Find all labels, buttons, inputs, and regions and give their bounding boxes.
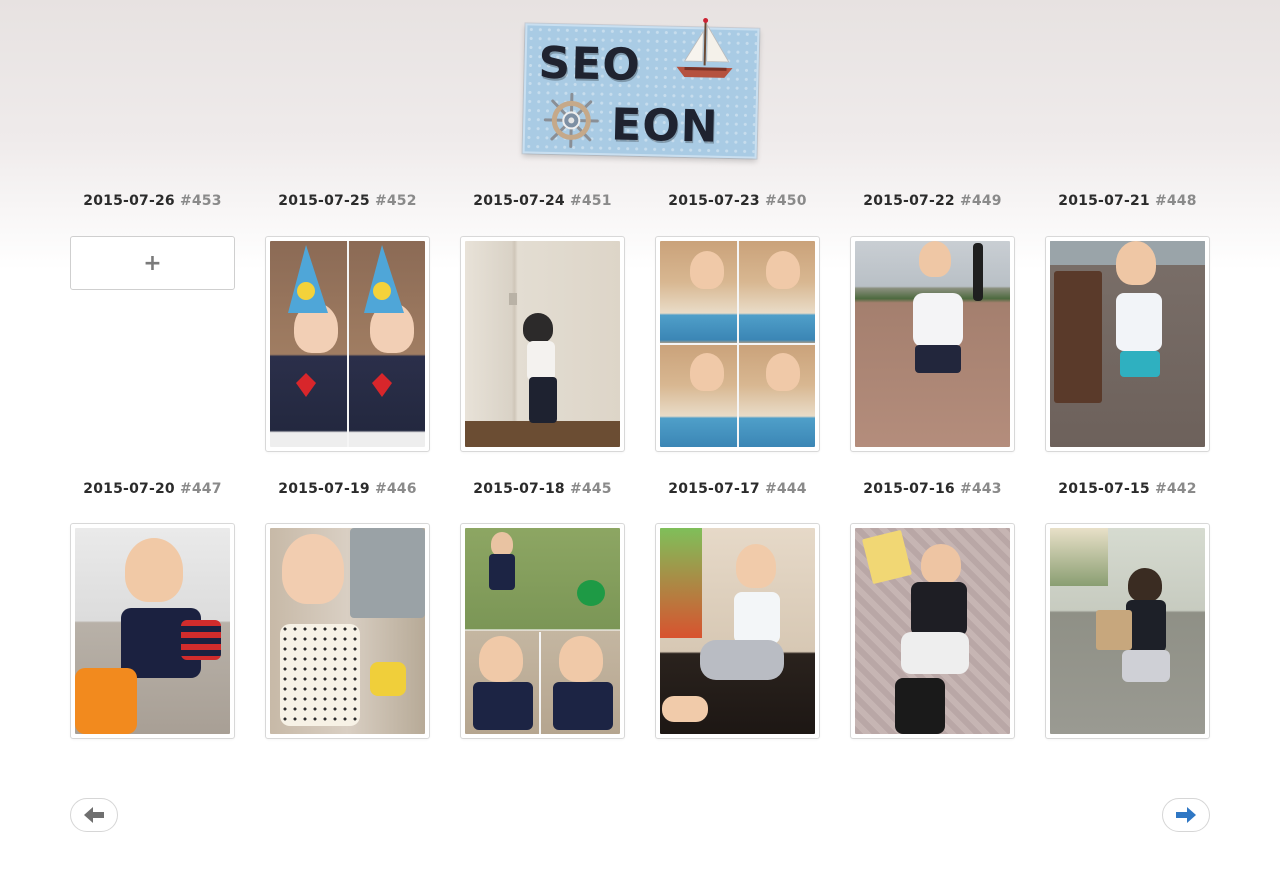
logo-text-line2: EON [610, 99, 720, 153]
photo-sleeping [855, 528, 1010, 734]
photo-collage-grass [465, 528, 620, 734]
plus-icon: + [143, 250, 162, 276]
entry-label: 2015-07-24 #451 [460, 193, 625, 209]
add-entry-button[interactable]: + [70, 236, 235, 290]
site-logo[interactable]: SEO EON [522, 17, 760, 159]
arrow-right-icon [1176, 807, 1196, 823]
entry-date: 2015-07-16 [863, 481, 955, 497]
entry-date: 2015-07-17 [668, 481, 760, 497]
photo-thumbnail[interactable] [265, 523, 430, 739]
entry-label: 2015-07-26 #453 [70, 193, 235, 209]
photo-thumbnail[interactable] [1045, 236, 1210, 452]
entry-date: 2015-07-15 [1058, 481, 1150, 497]
next-page-button[interactable] [1162, 798, 1210, 832]
entry-label: 2015-07-20 #447 [70, 481, 235, 497]
photo-bench [1050, 241, 1205, 447]
entry-date: 2015-07-24 [473, 193, 565, 209]
arrow-left-icon [84, 807, 104, 823]
photo-eating [75, 528, 230, 734]
entry-label: 2015-07-23 #450 [655, 193, 820, 209]
entry-date: 2015-07-21 [1058, 193, 1150, 209]
photo-birthday-hat [270, 241, 425, 447]
ship-wheel-icon [543, 92, 599, 148]
photo-thumbnail[interactable] [1045, 523, 1210, 739]
photo-thumbnail[interactable] [850, 523, 1015, 739]
entry-number: #451 [569, 193, 612, 209]
entry-number: #444 [764, 481, 807, 497]
entry-number: #449 [959, 193, 1002, 209]
entry-label: 2015-07-25 #452 [265, 193, 430, 209]
photo-riverside [855, 241, 1010, 447]
entry-date: 2015-07-25 [278, 193, 370, 209]
entry-date: 2015-07-19 [278, 481, 370, 497]
entry-label: 2015-07-22 #449 [850, 193, 1015, 209]
entry-date: 2015-07-22 [863, 193, 955, 209]
photo-thumbnail[interactable] [850, 236, 1015, 452]
photo-thumbnail[interactable] [655, 236, 820, 452]
photo-thumbnail[interactable] [70, 523, 235, 739]
entry-number: #442 [1154, 481, 1197, 497]
entry-number: #453 [179, 193, 222, 209]
entry-number: #443 [959, 481, 1002, 497]
entry-number: #446 [374, 481, 417, 497]
entry-label: 2015-07-18 #445 [460, 481, 625, 497]
entry-date: 2015-07-26 [83, 193, 175, 209]
entry-number: #448 [1154, 193, 1197, 209]
entry-label: 2015-07-15 #442 [1045, 481, 1210, 497]
photo-snack [270, 528, 425, 734]
photo-sitting [660, 528, 815, 734]
previous-page-button[interactable] [70, 798, 118, 832]
photo-thumbnail[interactable] [655, 523, 820, 739]
photo-walking [1050, 528, 1205, 734]
photo-collage-four [660, 241, 815, 447]
entry-label: 2015-07-21 #448 [1045, 193, 1210, 209]
entry-number: #450 [764, 193, 807, 209]
entry-label: 2015-07-19 #446 [265, 481, 430, 497]
photo-elevator [465, 241, 620, 447]
logo-text-line1: SEO [538, 37, 642, 91]
photo-thumbnail[interactable] [265, 236, 430, 452]
entry-number: #447 [179, 481, 222, 497]
entry-date: 2015-07-18 [473, 481, 565, 497]
entry-number: #452 [374, 193, 417, 209]
entry-date: 2015-07-20 [83, 481, 175, 497]
entry-number: #445 [569, 481, 612, 497]
photo-thumbnail[interactable] [460, 236, 625, 452]
entry-label: 2015-07-17 #444 [655, 481, 820, 497]
sailboat-icon [676, 17, 733, 78]
entry-date: 2015-07-23 [668, 193, 760, 209]
entry-label: 2015-07-16 #443 [850, 481, 1015, 497]
photo-thumbnail[interactable] [460, 523, 625, 739]
